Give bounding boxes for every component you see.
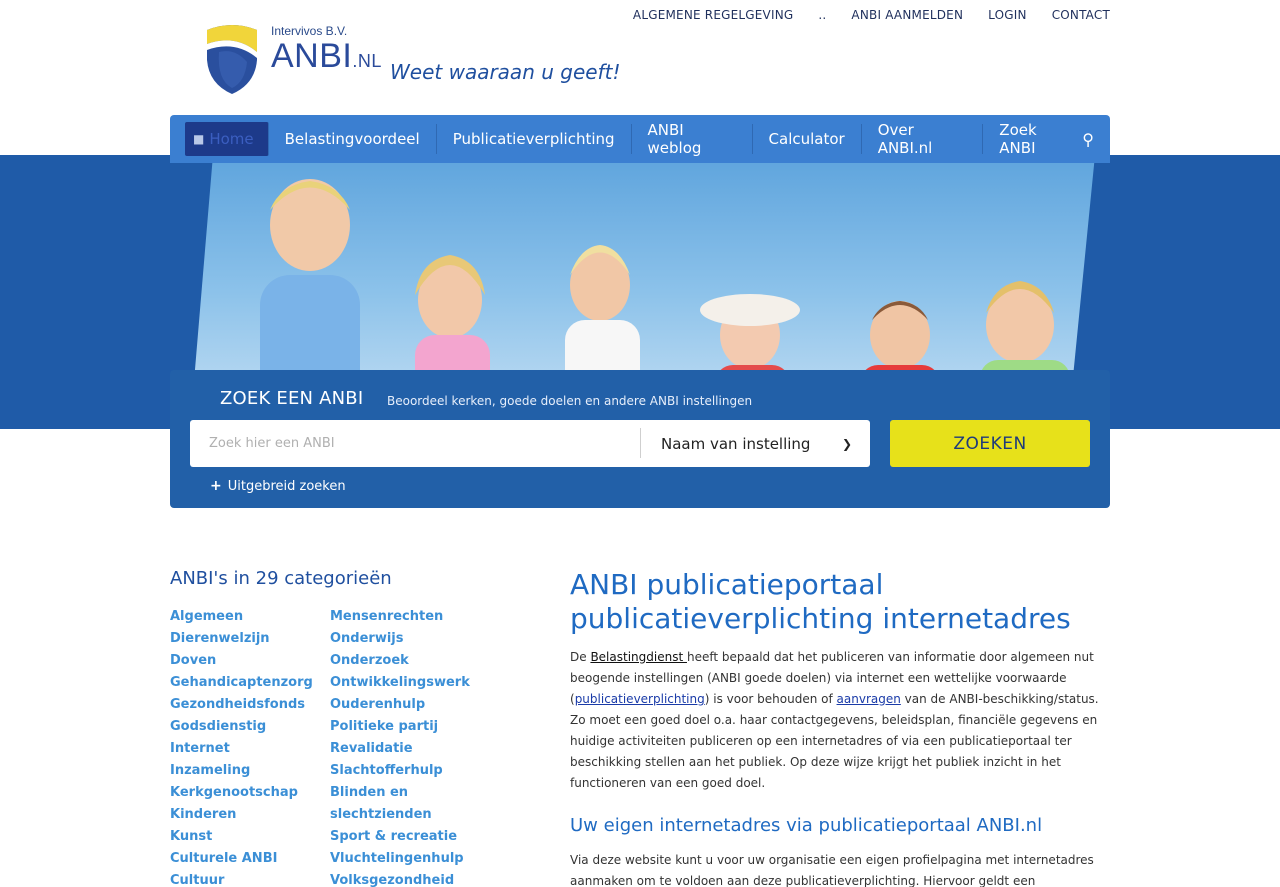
advanced-search-link[interactable]: + Uitgebreid zoeken bbox=[210, 478, 346, 494]
search-panel: ZOEK EEN ANBI Beoordeel kerken, goede do… bbox=[170, 370, 1110, 508]
search-icon: ⚲ bbox=[1082, 129, 1094, 149]
category-link[interactable]: Kerkgenootschap bbox=[170, 782, 330, 804]
search-input[interactable] bbox=[190, 420, 640, 467]
toplink-contact[interactable]: CONTACT bbox=[1052, 8, 1110, 22]
categories-col-2: Mensenrechten Onderwijs Onderzoek Ontwik… bbox=[330, 606, 490, 887]
category-link[interactable]: Algemeen bbox=[170, 606, 330, 628]
advanced-search-label: Uitgebreid zoeken bbox=[227, 478, 346, 494]
nav-belastingvoordeel[interactable]: Belastingvoordeel bbox=[269, 124, 437, 154]
nav-weblog[interactable]: ANBI weblog bbox=[632, 121, 753, 157]
search-title: ZOEK EEN ANBI bbox=[220, 388, 364, 409]
section-subtitle: Uw eigen internetadres via publicatiepor… bbox=[570, 815, 1043, 836]
main-title: ANBI publicatieportaal publicatieverplic… bbox=[570, 568, 1071, 635]
nav-over[interactable]: Over ANBI.nl bbox=[862, 121, 984, 157]
category-link[interactable]: Blinden en bbox=[330, 782, 490, 804]
toplink-login[interactable]: LOGIN bbox=[988, 8, 1027, 22]
section-paragraph: Via deze website kunt u voor uw organisa… bbox=[570, 853, 1094, 887]
toplink-dots[interactable]: .. bbox=[818, 8, 826, 22]
category-link[interactable]: Vluchtelingenhulp bbox=[330, 848, 490, 870]
select-value: Naam van instelling bbox=[661, 434, 811, 453]
chevron-down-icon: ❯ bbox=[841, 436, 852, 451]
logo-wordmark: ANBI.NL bbox=[271, 37, 382, 75]
home-icon: ■ bbox=[193, 132, 205, 146]
top-links: ALGEMENE REGELGEVING .. ANBI AANMELDEN L… bbox=[608, 8, 1110, 22]
nav-publicatieverplichting[interactable]: Publicatieverplichting bbox=[437, 124, 632, 154]
logo-subtitle: Intervivos B.V. bbox=[271, 24, 348, 38]
site-logo[interactable]: Intervivos B.V. ANBI.NL bbox=[205, 22, 382, 95]
tagline: Weet waaraan u geeft! bbox=[390, 60, 621, 84]
aanvragen-link[interactable]: aanvragen bbox=[837, 692, 901, 706]
category-link[interactable]: Godsdienstig bbox=[170, 716, 330, 738]
category-link[interactable]: Dierenwelzijn bbox=[170, 628, 330, 650]
category-link[interactable]: Culturele ANBI bbox=[170, 848, 330, 870]
intro-text-c: ) is voor behouden of bbox=[704, 692, 837, 706]
category-link[interactable]: Gehandicaptenzorg bbox=[170, 672, 330, 694]
search-subtitle: Beoordeel kerken, goede doelen en andere… bbox=[387, 394, 753, 408]
category-link[interactable]: Kunst bbox=[170, 826, 330, 848]
category-link[interactable]: Politieke partij bbox=[330, 716, 490, 738]
intro-text-d: van de ANBI-beschikking/status. Zo moet … bbox=[570, 692, 1099, 790]
categories-title: ANBI's in 29 categorieën bbox=[170, 568, 392, 589]
nav-calculator[interactable]: Calculator bbox=[753, 124, 862, 154]
nav-home[interactable]: ■ Home bbox=[185, 122, 269, 156]
category-link[interactable]: Volksgezondheid bbox=[330, 870, 490, 887]
intro-text-a: De bbox=[570, 650, 591, 664]
belastingdienst-link[interactable]: Belastingdienst bbox=[590, 650, 687, 664]
search-button[interactable]: ZOEKEN bbox=[890, 420, 1090, 467]
toplink-aanmelden[interactable]: ANBI AANMELDEN bbox=[851, 8, 963, 22]
nav-zoek-label: Zoek ANBI bbox=[999, 121, 1037, 157]
category-link[interactable]: Ontwikkelingswerk bbox=[330, 672, 490, 694]
category-link[interactable]: Revalidatie bbox=[330, 738, 490, 760]
intro-paragraph: De Belastingdienst heeft bepaald dat het… bbox=[570, 647, 1110, 794]
category-link[interactable]: Onderzoek bbox=[330, 650, 490, 672]
category-link[interactable]: Cultuur bbox=[170, 870, 330, 887]
category-link[interactable]: Doven bbox=[170, 650, 330, 672]
categories-col-1: Algemeen Dierenwelzijn Doven Gehandicapt… bbox=[170, 606, 330, 887]
category-link[interactable]: Mensenrechten bbox=[330, 606, 490, 628]
category-link[interactable]: Kinderen bbox=[170, 804, 330, 826]
category-link[interactable]: Onderwijs bbox=[330, 628, 490, 650]
category-link[interactable]: Inzameling bbox=[170, 760, 330, 782]
category-link[interactable]: Gezondheidsfonds bbox=[170, 694, 330, 716]
category-link[interactable]: Internet bbox=[170, 738, 330, 760]
nav-zoek-anbi[interactable]: Zoek ANBI ⚲ bbox=[983, 121, 1110, 157]
main-nav: ■ Home Belastingvoordeel Publicatieverpl… bbox=[170, 115, 1110, 163]
category-link[interactable]: Ouderenhulp bbox=[330, 694, 490, 716]
shield-logo-icon bbox=[207, 25, 257, 94]
search-box: Naam van instelling ❯ bbox=[190, 420, 870, 467]
publicatieverplichting-link[interactable]: publicatieverplichting bbox=[575, 692, 705, 706]
search-type-select[interactable]: Naam van instelling ❯ bbox=[641, 420, 870, 467]
category-link[interactable]: Sport & recreatie bbox=[330, 826, 490, 848]
plus-icon: + bbox=[210, 478, 222, 494]
toplink-regelgeving[interactable]: ALGEMENE REGELGEVING bbox=[633, 8, 793, 22]
nav-home-label: Home bbox=[209, 130, 254, 148]
category-link[interactable]: Slachtofferhulp bbox=[330, 760, 490, 782]
category-link[interactable]: slechtzienden bbox=[330, 804, 490, 826]
